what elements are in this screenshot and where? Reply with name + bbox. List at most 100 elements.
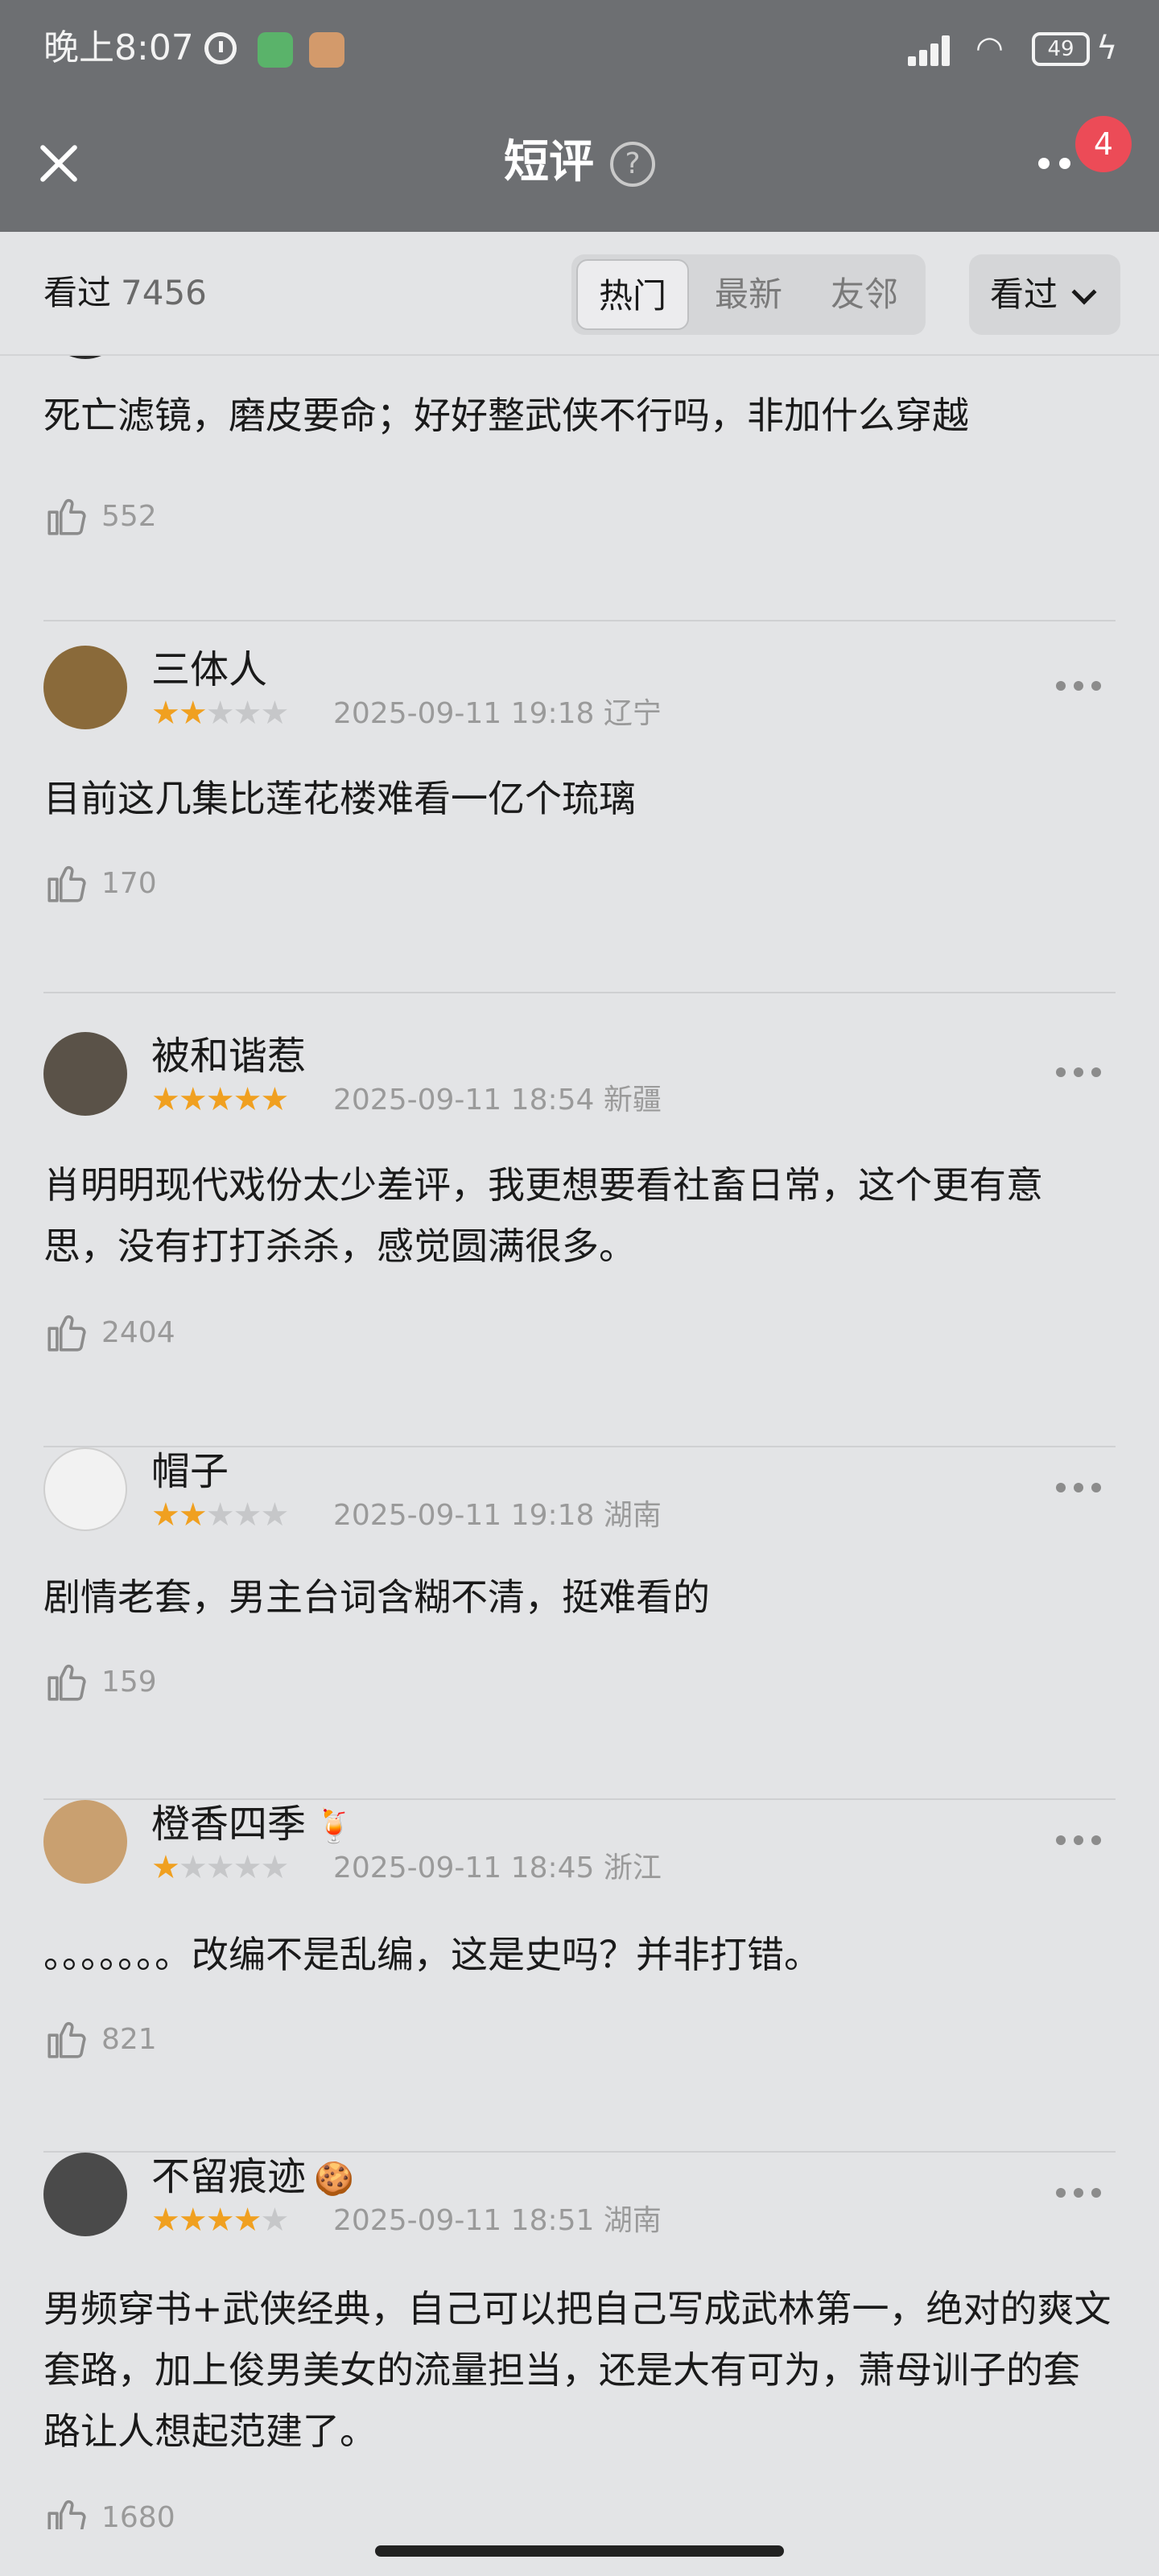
rating-stars: ★★★★★ xyxy=(151,1496,289,1534)
more-options-icon[interactable] xyxy=(1056,1483,1101,1494)
username[interactable]: 被和谐惹 xyxy=(151,1032,306,1080)
avatar[interactable] xyxy=(43,646,127,729)
star-empty-icon: ★ xyxy=(178,1849,208,1886)
username[interactable]: 三体人 xyxy=(151,646,267,694)
avatar[interactable] xyxy=(43,1032,127,1116)
review-item: 帽子 ★★★★★ 2025-09-11 19:18 湖南 剧情老套，男主台词含糊… xyxy=(43,1447,1116,1800)
star-empty-icon: ★ xyxy=(206,356,235,361)
star-filled-icon: ★ xyxy=(179,356,208,361)
thumbs-up-icon xyxy=(47,1315,86,1352)
star-empty-icon: ★ xyxy=(205,1496,235,1534)
avatar[interactable] xyxy=(43,356,127,359)
rating-stars: ★★★★★ xyxy=(151,1080,289,1119)
star-empty-icon: ★ xyxy=(233,695,262,732)
rating-stars: ★★★★★ xyxy=(151,1848,289,1887)
notification-badge: 4 xyxy=(1075,116,1132,172)
more-options-icon[interactable] xyxy=(1056,1067,1101,1079)
more-options-icon[interactable] xyxy=(1056,1835,1101,1847)
thumbs-up-icon xyxy=(47,1664,86,1701)
signal-icon xyxy=(908,35,951,66)
star-filled-icon: ★ xyxy=(151,1081,180,1118)
star-filled-icon: ★ xyxy=(205,1081,235,1118)
star-empty-icon: ★ xyxy=(260,2202,289,2239)
review-meta: 2025-09-11 18:54 新疆 xyxy=(333,1084,662,1117)
thumbs-up-icon xyxy=(47,498,86,535)
username[interactable]: 橙香四季 🍹 xyxy=(151,1800,354,1851)
review-text: 死亡滤镜，磨皮要命；好好整武侠不行吗，非加什么穿越 xyxy=(43,394,969,437)
star-filled-icon: ★ xyxy=(178,2202,208,2239)
star-filled-icon: ★ xyxy=(233,1081,262,1118)
review-meta: 2025-09-11 18:59 上海 xyxy=(333,356,662,362)
watched-filter-dropdown[interactable]: 看过 xyxy=(969,254,1120,335)
divider xyxy=(43,620,1116,621)
avatar[interactable] xyxy=(43,2153,127,2236)
username-text: 不留痕迹 xyxy=(151,2154,307,2199)
dropdown-label: 看过 xyxy=(990,275,1058,314)
sort-tabs: 热门 最新 友邻 xyxy=(571,254,926,335)
review-text: 男频穿书+武侠经典，自己可以把自己写成武林第一，绝对的爽文套路，加上俊男美女的流… xyxy=(43,2287,1112,2453)
star-empty-icon: ★ xyxy=(233,356,262,361)
status-time: 晚上8:07 xyxy=(43,27,194,68)
like-count: 821 xyxy=(101,2023,157,2056)
star-empty-icon: ★ xyxy=(205,1849,235,1886)
home-indicator[interactable] xyxy=(375,2545,784,2557)
review-item: 包总 ★★★★★ 2025-09-11 18:59 上海 死亡滤镜，磨皮要命；好… xyxy=(43,356,1116,621)
close-icon[interactable] xyxy=(32,137,84,188)
battery-icon: 49 xyxy=(1032,32,1090,66)
review-item: 橙香四季 🍹 ★★★★★ 2025-09-11 18:45 浙江 。。。。。。。改… xyxy=(43,1800,1116,2153)
more-options-icon[interactable] xyxy=(1056,681,1101,692)
watched-count-value: 7456 xyxy=(121,273,207,312)
thumbs-up-icon xyxy=(47,2021,86,2058)
review-meta: 2025-09-11 19:18 湖南 xyxy=(333,1499,662,1532)
app-notification-icon xyxy=(309,32,344,68)
username[interactable]: 不留痕迹 🍪 xyxy=(151,2153,354,2203)
like-count: 159 xyxy=(101,1666,157,1699)
tab-friends[interactable]: 友邻 xyxy=(808,259,921,330)
status-bar: 晚上8:07 ◠ 49 ϟ xyxy=(0,0,1159,97)
review-text: 。。。。。。。改编不是乱编，这是史吗？并非打错。 xyxy=(43,1933,821,1976)
star-empty-icon: ★ xyxy=(260,1849,289,1886)
chevron-down-icon xyxy=(1071,279,1097,305)
wechat-notification-icon xyxy=(258,32,293,68)
star-filled-icon: ★ xyxy=(233,2202,262,2239)
help-icon[interactable]: ? xyxy=(610,142,655,187)
star-filled-icon: ★ xyxy=(151,1496,180,1534)
tab-hot[interactable]: 热门 xyxy=(576,259,689,330)
like-count: 2404 xyxy=(101,1316,175,1349)
thumbs-up-icon xyxy=(47,2500,86,2529)
star-filled-icon: ★ xyxy=(178,1081,208,1118)
divider xyxy=(43,992,1116,993)
star-empty-icon: ★ xyxy=(260,1496,289,1534)
review-item: 三体人 ★★★★★ 2025-09-11 19:18 辽宁 目前这几集比莲花楼难… xyxy=(43,646,1116,993)
review-meta: 2025-09-11 19:18 辽宁 xyxy=(333,697,662,730)
avatar[interactable] xyxy=(43,1447,127,1531)
username-emoji: 🍹 xyxy=(314,1808,354,1845)
star-filled-icon: ★ xyxy=(205,2202,235,2239)
review-list: 包总 ★★★★★ 2025-09-11 18:59 上海 死亡滤镜，磨皮要命；好… xyxy=(0,356,1159,2529)
alarm-icon xyxy=(204,32,237,64)
star-filled-icon: ★ xyxy=(260,1081,289,1118)
star-filled-icon: ★ xyxy=(151,2202,180,2239)
star-filled-icon: ★ xyxy=(151,1849,180,1886)
more-options-icon[interactable] xyxy=(1056,2188,1101,2199)
watched-count-label: 看过 xyxy=(43,273,112,312)
watched-count: 看过 7456 xyxy=(43,269,207,317)
username-emoji: 🍪 xyxy=(314,2161,354,2198)
star-empty-icon: ★ xyxy=(260,356,289,361)
rating-stars: ★★★★★ xyxy=(151,2201,289,2240)
star-empty-icon: ★ xyxy=(233,1849,262,1886)
star-filled-icon: ★ xyxy=(178,695,208,732)
review-meta: 2025-09-11 18:51 湖南 xyxy=(333,2204,662,2237)
rating-stars: ★★★★★ xyxy=(151,356,289,362)
tab-latest[interactable]: 最新 xyxy=(692,259,805,330)
star-filled-icon: ★ xyxy=(151,356,180,361)
review-text: 剧情老套，男主台词含糊不清，挺难看的 xyxy=(43,1575,710,1619)
star-filled-icon: ★ xyxy=(178,1496,208,1534)
review-text: 目前这几集比莲花楼难看一亿个琉璃 xyxy=(43,777,636,820)
username-text: 橙香四季 xyxy=(151,1802,307,1847)
star-empty-icon: ★ xyxy=(233,1496,262,1534)
thumbs-up-icon xyxy=(47,865,86,902)
star-empty-icon: ★ xyxy=(205,695,235,732)
username[interactable]: 帽子 xyxy=(151,1447,229,1496)
avatar[interactable] xyxy=(43,1800,127,1884)
